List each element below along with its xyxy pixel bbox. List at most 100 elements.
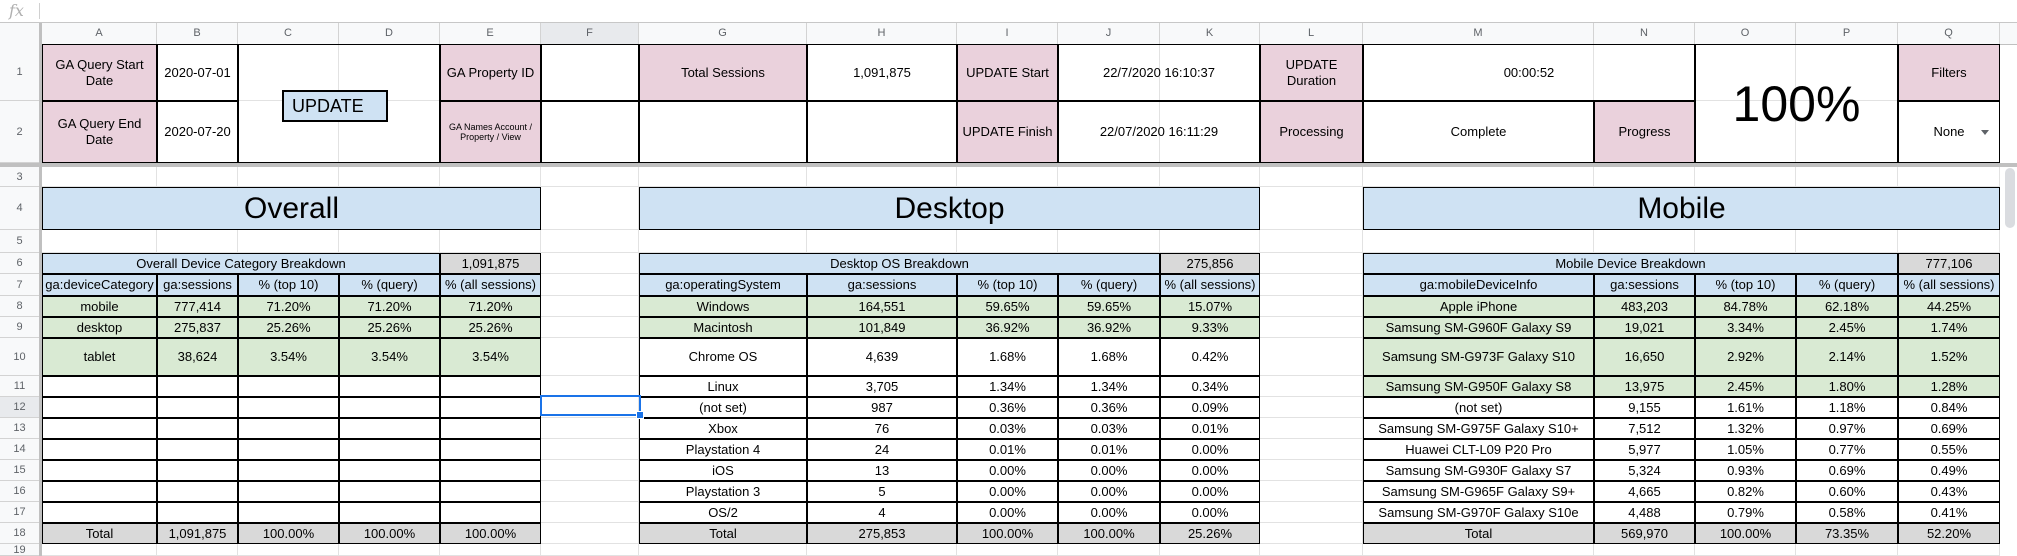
overall-empty-cell[interactable]	[339, 397, 440, 418]
grid-cell[interactable]	[541, 460, 639, 481]
desktop-table-cell[interactable]: 987	[807, 397, 957, 418]
desktop-total-cell[interactable]: Total	[639, 523, 807, 544]
desktop-column-header[interactable]: ga:sessions	[807, 274, 957, 296]
desktop-table-cell[interactable]: 1.68%	[957, 338, 1058, 376]
overall-table-cell[interactable]: 25.26%	[339, 317, 440, 338]
mobile-table-cell[interactable]: Huawei CLT-L09 P20 Pro	[1363, 439, 1594, 460]
mobile-table-cell[interactable]: 1.52%	[1898, 338, 2000, 376]
mobile-total-cell[interactable]: 73.35%	[1796, 523, 1898, 544]
overall-total-cell[interactable]: 100.00%	[339, 523, 440, 544]
total-sessions-value[interactable]: 1,091,875	[807, 44, 957, 101]
desktop-table-cell[interactable]: 101,849	[807, 317, 957, 338]
desktop-table-cell[interactable]: 1.34%	[957, 376, 1058, 397]
desktop-table-cell[interactable]: 4,639	[807, 338, 957, 376]
overall-empty-cell[interactable]	[157, 418, 238, 439]
grid-cell[interactable]	[1260, 274, 1363, 296]
overall-table-cell[interactable]: 25.26%	[238, 317, 339, 338]
mobile-table-cell[interactable]: 2.14%	[1796, 338, 1898, 376]
grid-cell[interactable]	[1796, 167, 1898, 187]
mobile-table-cell[interactable]: 19,021	[1594, 317, 1695, 338]
total-sessions-label[interactable]: Total Sessions	[639, 44, 807, 101]
mobile-table-cell[interactable]: 1.05%	[1695, 439, 1796, 460]
row-header-5[interactable]: 5	[0, 230, 39, 253]
overall-empty-cell[interactable]	[157, 376, 238, 397]
overall-empty-cell[interactable]	[339, 481, 440, 502]
desktop-table-cell[interactable]: iOS	[639, 460, 807, 481]
grid-cell[interactable]	[807, 230, 957, 253]
grid-cell[interactable]	[1058, 167, 1160, 187]
mobile-table-cell[interactable]: 0.82%	[1695, 481, 1796, 502]
column-header-j[interactable]: J	[1058, 23, 1160, 44]
desktop-table-cell[interactable]: Playstation 4	[639, 439, 807, 460]
column-header-a[interactable]: A	[42, 23, 157, 44]
grid-cell[interactable]	[1796, 230, 1898, 253]
grid-cell[interactable]	[1058, 544, 1160, 556]
overall-table-cell[interactable]: tablet	[42, 338, 157, 376]
row-header-12[interactable]: 12	[0, 397, 39, 418]
mobile-table-cell[interactable]: 1.28%	[1898, 376, 2000, 397]
grid-cell[interactable]	[1260, 418, 1363, 439]
mobile-column-header[interactable]: % (query)	[1796, 274, 1898, 296]
overall-empty-cell[interactable]	[440, 397, 541, 418]
grid-cell[interactable]	[1260, 230, 1363, 253]
grid-cell[interactable]	[541, 523, 639, 544]
progress-value[interactable]: 100%	[1695, 44, 1898, 163]
desktop-table-cell[interactable]: 0.00%	[1058, 481, 1160, 502]
mobile-table-cell[interactable]: 0.58%	[1796, 502, 1898, 523]
overall-empty-cell[interactable]	[157, 481, 238, 502]
row-header-6[interactable]: 6	[0, 253, 39, 274]
mobile-table-cell[interactable]: 4,488	[1594, 502, 1695, 523]
overall-table-cell[interactable]: desktop	[42, 317, 157, 338]
grid-cell[interactable]	[1796, 544, 1898, 556]
desktop-table-cell[interactable]: OS/2	[639, 502, 807, 523]
desktop-table-cell[interactable]: 9.33%	[1160, 317, 1260, 338]
mobile-table-cell[interactable]: 0.93%	[1695, 460, 1796, 481]
column-header-i[interactable]: I	[957, 23, 1058, 44]
desktop-column-header[interactable]: % (query)	[1058, 274, 1160, 296]
property-id-value[interactable]	[541, 44, 639, 101]
row-header-9[interactable]: 9	[0, 317, 39, 338]
overall-total-cell[interactable]: 1,091,875	[157, 523, 238, 544]
row-header-7[interactable]: 7	[0, 274, 39, 296]
column-header-g[interactable]: G	[639, 23, 807, 44]
grid-cell[interactable]	[1058, 230, 1160, 253]
update-duration-label[interactable]: UPDATE Duration	[1260, 44, 1363, 101]
row-header-14[interactable]: 14	[0, 439, 39, 460]
grid-cell[interactable]	[1594, 167, 1695, 187]
overall-table-cell[interactable]: 3.54%	[238, 338, 339, 376]
overall-empty-cell[interactable]	[238, 418, 339, 439]
grid-cell[interactable]	[957, 230, 1058, 253]
grid-cell[interactable]	[1695, 544, 1796, 556]
mobile-table-cell[interactable]: 2.45%	[1695, 376, 1796, 397]
overall-empty-cell[interactable]	[238, 460, 339, 481]
mobile-table-cell[interactable]: 1.74%	[1898, 317, 2000, 338]
overall-column-header[interactable]: % (query)	[339, 274, 440, 296]
mobile-table-cell[interactable]: (not set)	[1363, 397, 1594, 418]
overall-column-header[interactable]: % (all sessions)	[440, 274, 541, 296]
desktop-table-cell[interactable]: 0.42%	[1160, 338, 1260, 376]
desktop-table-cell[interactable]: 76	[807, 418, 957, 439]
desktop-table-cell[interactable]: 24	[807, 439, 957, 460]
mobile-table-cell[interactable]: 4,665	[1594, 481, 1695, 502]
grid-cell[interactable]	[1260, 460, 1363, 481]
mobile-table-cell[interactable]: 62.18%	[1796, 296, 1898, 317]
overall-column-header[interactable]: ga:deviceCategory	[42, 274, 157, 296]
mobile-table-cell[interactable]: Samsung SM-G960F Galaxy S9	[1363, 317, 1594, 338]
mobile-table-cell[interactable]: 0.60%	[1796, 481, 1898, 502]
overall-empty-cell[interactable]	[42, 418, 157, 439]
mobile-table-cell[interactable]: 5,977	[1594, 439, 1695, 460]
update-finish-value[interactable]: 22/07/2020 16:11:29	[1058, 101, 1260, 163]
row-header-3[interactable]: 3	[0, 167, 39, 187]
overall-table-cell[interactable]: 3.54%	[440, 338, 541, 376]
mobile-total-cell[interactable]: Total	[1363, 523, 1594, 544]
grid-cell[interactable]	[238, 544, 339, 556]
vertical-scrollbar-thumb[interactable]	[2005, 168, 2015, 228]
overall-column-header[interactable]: ga:sessions	[157, 274, 238, 296]
grid-cell[interactable]	[541, 274, 639, 296]
desktop-column-header[interactable]: ga:operatingSystem	[639, 274, 807, 296]
mobile-table-cell[interactable]: 3.34%	[1695, 317, 1796, 338]
desktop-table-cell[interactable]: 0.03%	[1058, 418, 1160, 439]
mobile-table-cell[interactable]: 0.79%	[1695, 502, 1796, 523]
overall-table-total[interactable]: 1,091,875	[440, 253, 541, 274]
column-header-q[interactable]: Q	[1898, 23, 2000, 44]
